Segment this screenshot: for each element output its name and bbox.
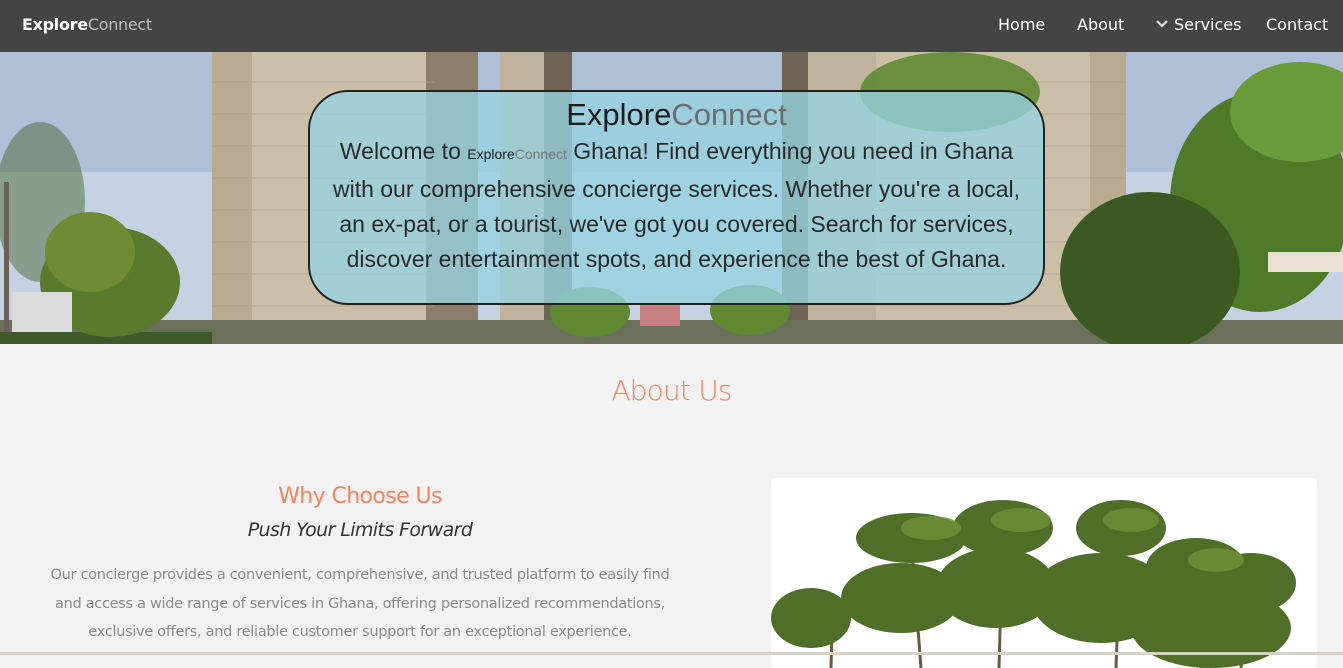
hero-title-connect: Connect	[671, 97, 787, 132]
nav-link-about[interactable]: About	[1077, 15, 1124, 34]
chevron-down-icon	[1156, 20, 1168, 28]
hero-inline-brand-explore: Explore	[467, 146, 515, 162]
hero-welcome-card: ExploreConnect Welcome to ExploreConnect…	[308, 90, 1045, 305]
palm-trees-illustration	[771, 500, 1296, 668]
hero-inline-brand-connect: Connect	[514, 146, 567, 162]
why-choose-us-subheading: Push Your Limits Forward	[247, 519, 473, 541]
nav-link-home[interactable]: Home	[998, 15, 1045, 34]
navbar: ExploreConnect Home About Services Conta…	[0, 0, 1343, 52]
why-choose-us-heading: Why Choose Us	[278, 484, 442, 509]
hero-welcome-text: Welcome to ExploreConnect Ghana! Find ev…	[326, 134, 1027, 277]
nav-link-contact[interactable]: Contact	[1266, 15, 1328, 34]
brand-part-connect: Connect	[87, 15, 152, 34]
nav-link-services[interactable]: Services	[1156, 15, 1241, 34]
brand-part-explore: Explore	[22, 15, 88, 34]
about-us-heading: About Us	[611, 374, 732, 407]
hero-title-explore: Explore	[566, 97, 672, 132]
palm-trees-image	[771, 478, 1317, 668]
why-choose-us-paragraph: Our concierge provides a convenient, com…	[50, 567, 670, 640]
hero-banner: ExploreConnect Welcome to ExploreConnect…	[0, 52, 1343, 344]
hero-title: ExploreConnect	[310, 96, 1043, 134]
hero-text-before: Welcome to	[339, 138, 468, 164]
nav-link-services-label: Services	[1174, 15, 1242, 34]
brand-logo[interactable]: ExploreConnect	[22, 15, 152, 34]
